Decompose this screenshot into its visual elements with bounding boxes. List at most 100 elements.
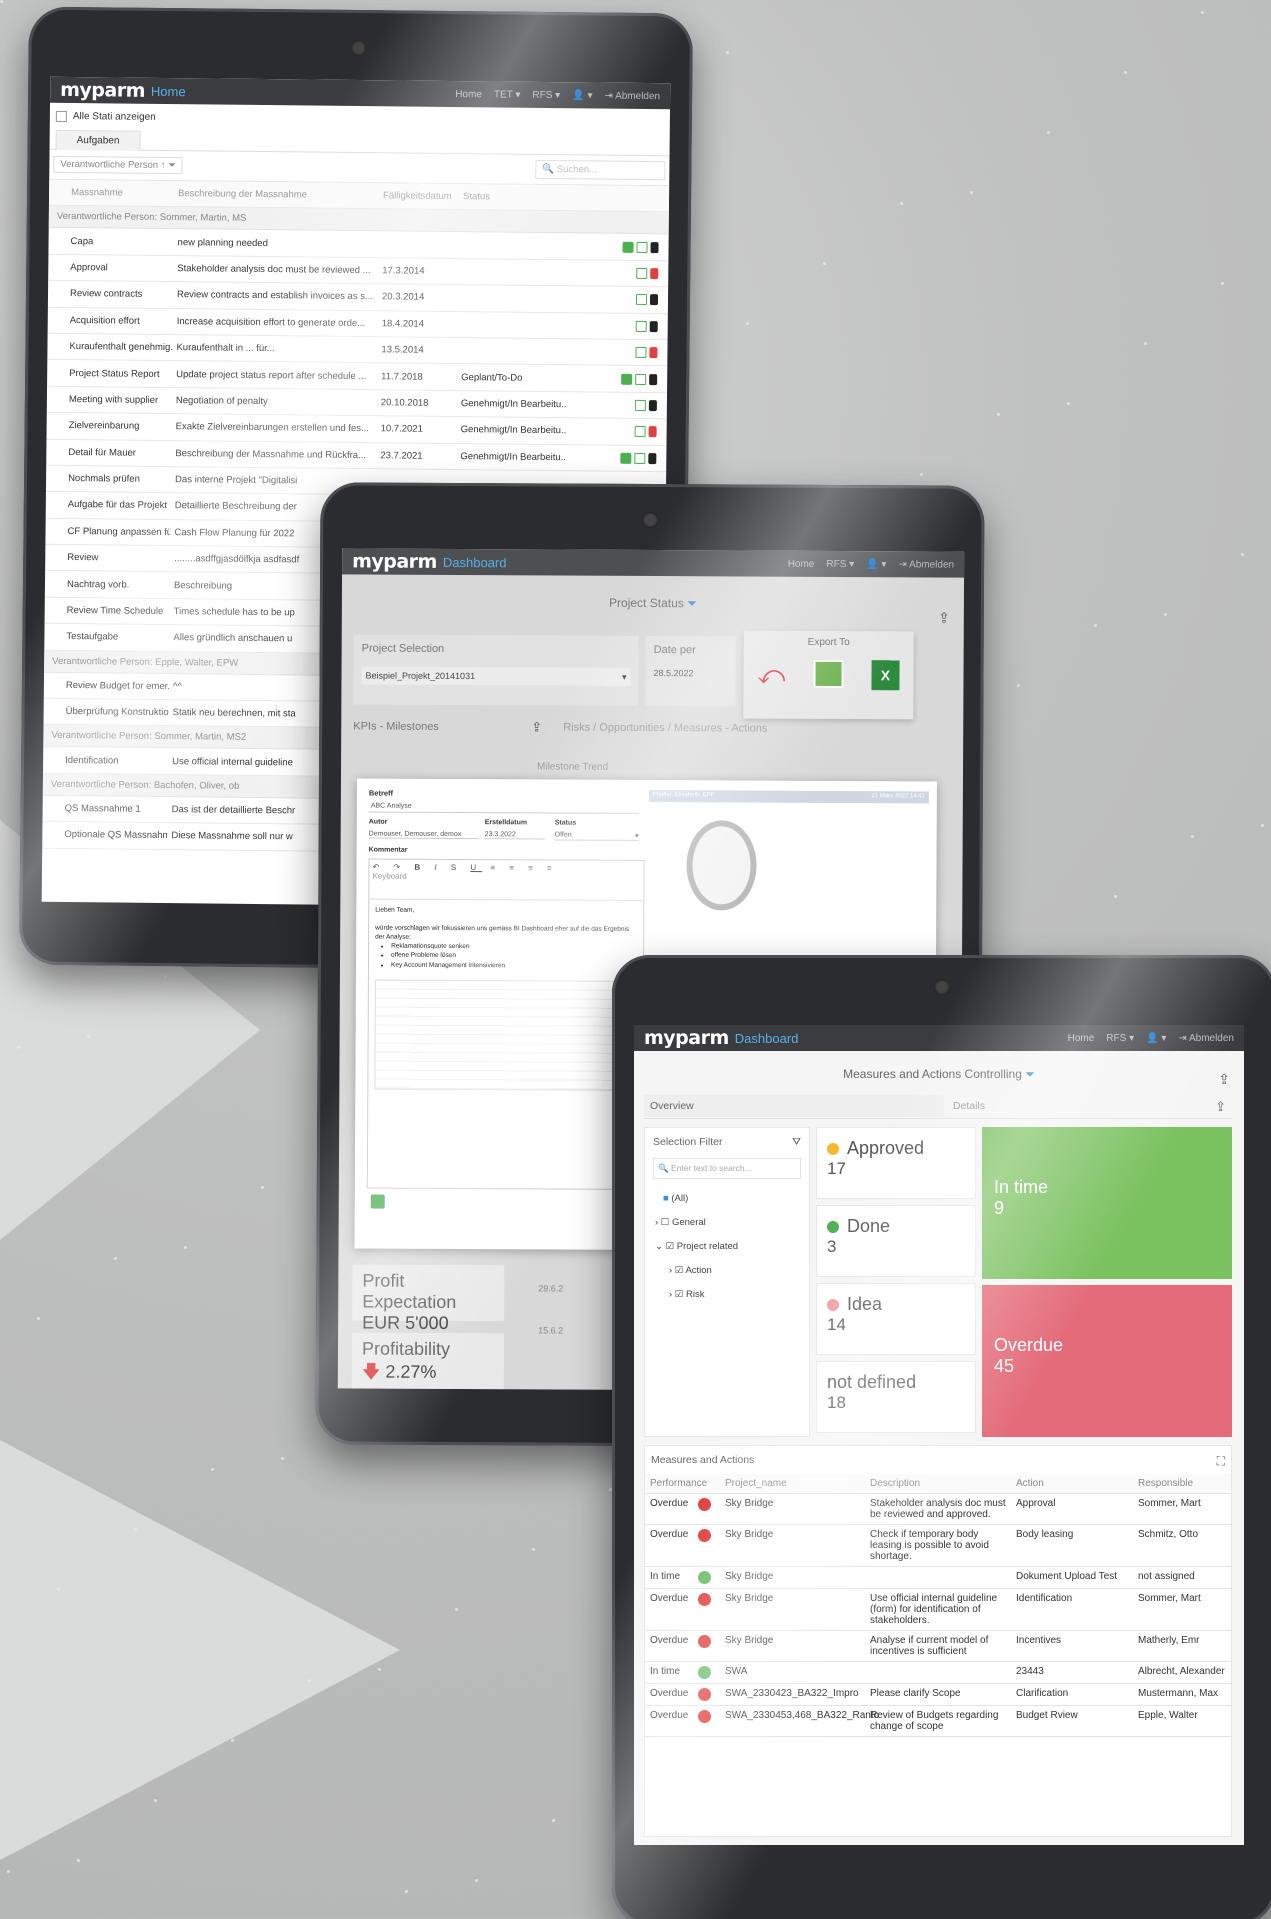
image-icon[interactable] (813, 659, 844, 689)
excel-icon[interactable]: X (871, 660, 900, 691)
tab-details[interactable]: Details (947, 1095, 991, 1117)
save-icon[interactable] (370, 1194, 385, 1209)
table-row[interactable]: Overdue Sky Bridge Stakeholder analysis do… (645, 1494, 1231, 1525)
risks-tab-label[interactable]: Risks / Opportunities / Measures - Actio… (563, 722, 767, 735)
delete-icon[interactable] (649, 373, 658, 385)
tree-item-all[interactable]: ■ (All) (655, 1187, 799, 1211)
filter-icon[interactable]: ⏷ (687, 596, 697, 610)
betreff-input[interactable]: ABC Analyse (368, 800, 639, 814)
texture-speck (746, 322, 749, 325)
edit-icon[interactable] (634, 399, 646, 411)
delete-icon[interactable] (648, 452, 657, 464)
table-cell: 23.7.2021 (380, 449, 423, 462)
edit-icon[interactable] (636, 241, 648, 253)
share-icon[interactable]: ⇪ (938, 610, 950, 627)
clear-filter-icon[interactable]: ⛛ (792, 1136, 801, 1149)
table-row[interactable]: In time SWA 23443 Albrecht, Alexander (645, 1662, 1231, 1684)
edit-icon[interactable] (635, 294, 648, 306)
delete-icon[interactable] (650, 268, 659, 280)
nav-home[interactable]: Home (455, 89, 482, 100)
greeting-text: Lieben Team, (375, 906, 415, 914)
col-beschreibung[interactable]: Beschreibung der Massnahme (174, 188, 379, 201)
rich-text-editor[interactable]: ↶ ↷ B I S U ≡ ≡ ≡ ≡ Keyboard Lieben Team,… (366, 858, 645, 1190)
show-all-checkbox[interactable] (55, 110, 67, 122)
tree-item-project-related[interactable]: ⌄ ☑ Project related (655, 1235, 799, 1259)
nav-rfs[interactable]: RFS ▾ (1106, 1033, 1134, 1044)
col-faelligkeit[interactable]: Fälligkeitsdatum (379, 190, 459, 202)
table-row[interactable]: Overdue Sky Bridge Use official internal g… (645, 1589, 1231, 1631)
nav-user[interactable]: 👤 ▾ (572, 90, 592, 101)
table-row[interactable]: Overdue SWA_2330453,468_BA322_Ranto Review… (645, 1706, 1231, 1737)
delete-icon[interactable] (650, 241, 659, 253)
group-chip[interactable]: Verantwortliche Person ↑ ⏷ (53, 155, 183, 175)
delete-icon[interactable] (648, 426, 657, 438)
nav-home[interactable]: Home (1068, 1033, 1095, 1044)
pdf-icon[interactable]: ⤺ (757, 660, 785, 692)
project-select[interactable]: Beispiel_Projekt_20141031 ▾ (361, 666, 631, 686)
col-massnahme[interactable]: Massnahme (49, 187, 174, 199)
status-select[interactable]: Offen ▾ (554, 831, 639, 841)
edit-icon[interactable] (634, 452, 646, 464)
nav-logout[interactable]: ⇥ Abmelden (898, 559, 954, 570)
date-value[interactable]: 28.5.2022 (654, 668, 728, 678)
attachment-icon[interactable] (620, 452, 632, 464)
share-icon[interactable]: ⇪ (1209, 1095, 1232, 1119)
tab-aufgaben[interactable]: Aufgaben (55, 129, 141, 151)
nav-rfs[interactable]: RFS ▾ (532, 89, 560, 100)
nav-tet[interactable]: TET ▾ (494, 89, 521, 100)
col-action[interactable]: Action (1011, 1478, 1133, 1489)
nav-user[interactable]: 👤 ▾ (1146, 1033, 1166, 1044)
delete-icon[interactable] (649, 320, 658, 332)
delete-icon[interactable] (649, 294, 659, 306)
filter-search-input[interactable]: 🔍 Enter text to search... (653, 1158, 801, 1179)
table-cell: 17.3.2014 (382, 265, 425, 277)
status-tile[interactable]: Overdue 45 (982, 1285, 1232, 1437)
kpi-card[interactable]: Idea 14 (816, 1283, 976, 1355)
share-icon[interactable]: ⇪ (531, 719, 542, 735)
share-icon[interactable]: ⇪ (1218, 1071, 1230, 1088)
tree-item-risk[interactable]: › ☑ Risk (655, 1283, 799, 1307)
table-row[interactable]: Overdue Sky Bridge Analyse if current mode… (645, 1631, 1231, 1662)
col-performance[interactable]: Performance (645, 1478, 720, 1489)
edit-icon[interactable] (634, 426, 646, 438)
tree-item-action[interactable]: › ☑ Action (655, 1259, 799, 1283)
table-row[interactable]: Overdue Sky Bridge Check if temporary body… (645, 1525, 1231, 1567)
attachment-icon[interactable] (621, 373, 633, 385)
edit-icon[interactable] (635, 347, 647, 359)
profitability-number: 2.27% (385, 1361, 437, 1382)
filter-icon[interactable]: ⏷ (168, 160, 176, 171)
table-row[interactable]: In time Sky Bridge Dokument Upload Test not… (645, 1567, 1231, 1589)
edit-icon[interactable] (636, 267, 648, 280)
col-description[interactable]: Description (865, 1478, 1011, 1489)
nav-user[interactable]: 👤 ▾ (866, 559, 886, 570)
editor-toolbar[interactable]: ↶ ↷ B I S U ≡ ≡ ≡ ≡ Keyboard (369, 859, 644, 901)
col-status[interactable]: Status (459, 191, 569, 203)
table-cell: Aufgabe für das Projekt (67, 499, 168, 512)
expand-icon[interactable]: ⛶ (1217, 1454, 1225, 1469)
datum-input[interactable]: 23.3.2022 (484, 831, 545, 840)
edit-icon[interactable] (635, 320, 647, 332)
col-project[interactable]: Project_name (720, 1478, 865, 1489)
kpi-card[interactable]: Approved 17 (816, 1127, 976, 1199)
edit-icon[interactable] (635, 373, 647, 385)
search-input[interactable]: 🔍 Suchen... (535, 159, 666, 181)
nav-home[interactable]: Home (788, 558, 815, 569)
tab-overview[interactable]: Overview (644, 1095, 944, 1117)
kpi-card[interactable]: Done 3 (816, 1205, 976, 1277)
nav-logout[interactable]: ⇥ Abmelden (604, 90, 660, 102)
tree-item-general[interactable]: › ☐ General (655, 1211, 799, 1235)
autor-input[interactable]: Demouser, Demouser, demox (368, 830, 479, 840)
show-all-label: Alle Stati anzeigen (72, 111, 156, 123)
delete-icon[interactable] (648, 399, 657, 412)
attachment-icon[interactable] (622, 241, 634, 253)
col-responsible[interactable]: Responsible (1133, 1478, 1231, 1489)
tree-label: (All) (671, 1193, 689, 1204)
table-row[interactable]: Overdue SWA_2330423_BA322_Impro Please cla… (645, 1684, 1231, 1706)
filter-icon[interactable]: ⏷ (1025, 1067, 1035, 1081)
kpi-card[interactable]: not defined 18 (816, 1361, 976, 1433)
nav-rfs[interactable]: RFS ▾ (826, 558, 854, 569)
status-tile[interactable]: In time 9 (982, 1127, 1232, 1279)
keyboard-select[interactable]: Keyboard (372, 872, 406, 881)
delete-icon[interactable] (649, 347, 658, 359)
nav-logout[interactable]: ⇥ Abmelden (1178, 1033, 1234, 1044)
